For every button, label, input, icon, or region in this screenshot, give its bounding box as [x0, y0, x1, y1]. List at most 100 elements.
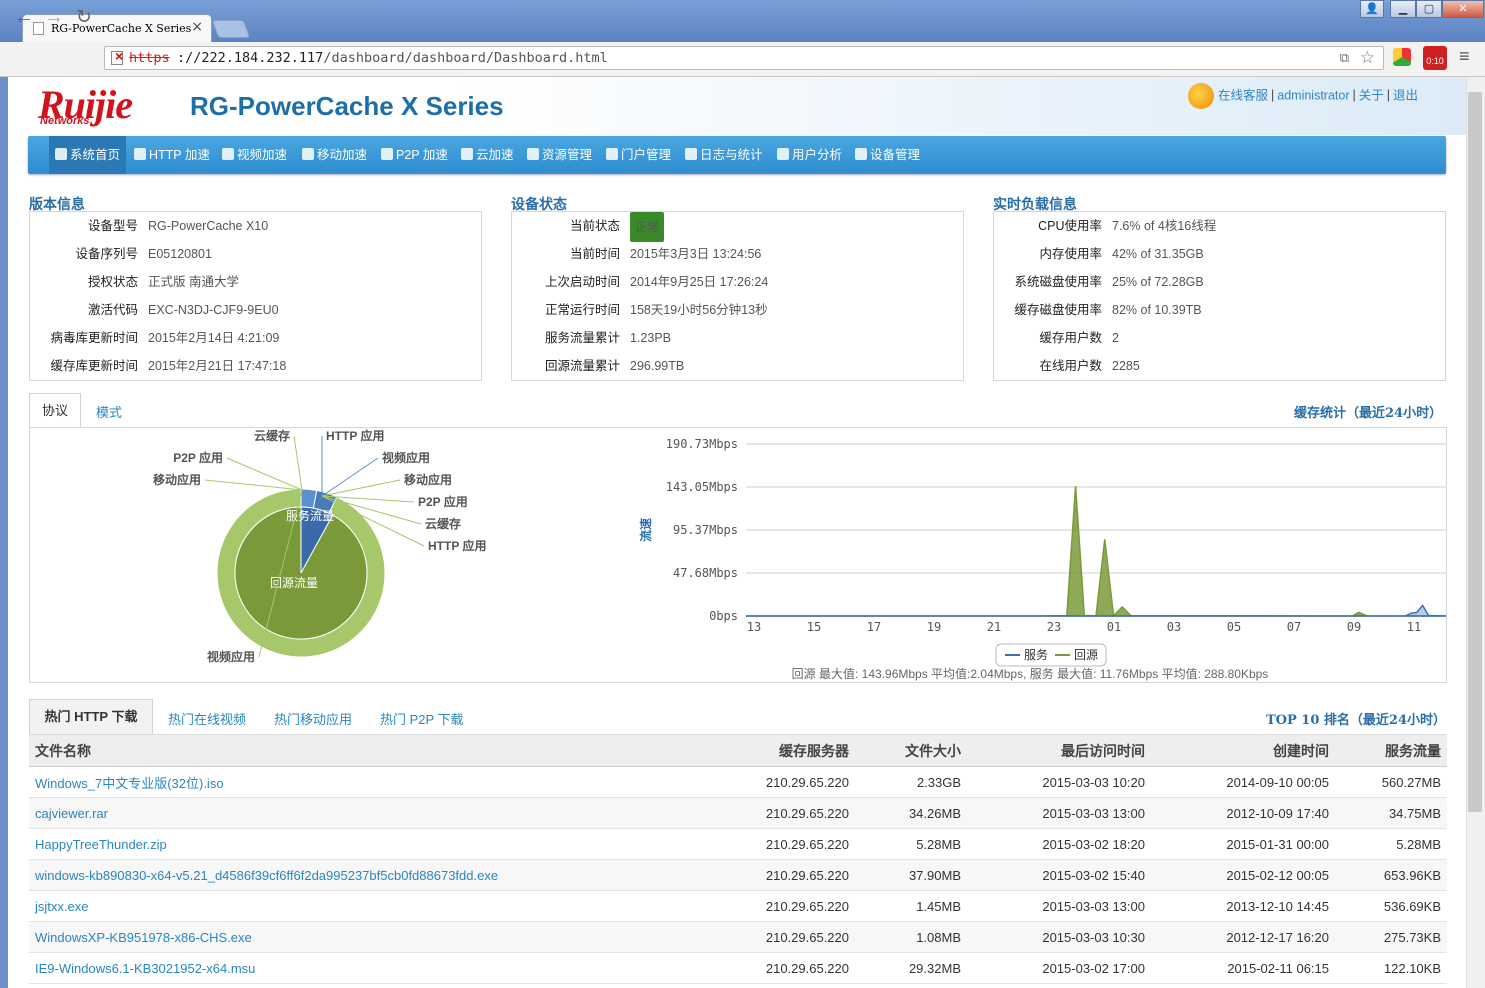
user-bar: 在线客服 | administrator | 关于 | 退出	[1188, 83, 1418, 109]
info-value: 2014年9月25日 17:26:24	[630, 275, 769, 289]
info-row: 病毒库更新时间 2015年2月14日 4:21:09	[30, 324, 481, 352]
x-tick-label: 19	[927, 620, 941, 634]
table-cell: 34.26MB	[855, 797, 967, 829]
table-cell: 37.90MB	[855, 859, 967, 891]
menu-hamburger-icon[interactable]: ≡	[1459, 46, 1470, 67]
table-cell: 5.28MB	[1335, 828, 1447, 860]
menu-resources[interactable]: 资源管理	[527, 136, 592, 174]
back-arrow-icon[interactable]: ←	[14, 6, 34, 29]
extension-counter-icon[interactable]: 0:10	[1423, 46, 1447, 70]
info-row: 授权状态 正式版 南通大学	[30, 268, 481, 296]
info-key: 服务流量累计	[544, 331, 620, 345]
info-key: 授权状态	[87, 275, 138, 289]
tab-hot-p2p[interactable]: 热门 P2P 下载	[380, 709, 464, 728]
file-name-link[interactable]: cajviewer.rar	[29, 797, 703, 829]
x-tick-label: 05	[1227, 620, 1241, 634]
table-row: cajviewer.rar 210.29.65.220 34.26MB 2015-03…	[29, 797, 1447, 829]
info-row: 上次启动时间 2014年9月25日 17:26:24	[512, 268, 963, 296]
col-filename[interactable]: 文件名称	[29, 734, 703, 767]
tab-mode[interactable]: 模式	[96, 402, 122, 421]
menu-device[interactable]: 设备管理	[855, 136, 920, 174]
tab-hot-mobile[interactable]: 热门移动应用	[274, 709, 352, 728]
extension-color-icon[interactable]	[1393, 48, 1411, 66]
info-value: 2	[1112, 331, 1119, 345]
tab-hot-http[interactable]: 热门 HTTP 下载	[29, 699, 153, 735]
minimize-button[interactable]: ▁	[1390, 0, 1416, 18]
info-key: 病毒库更新时间	[50, 331, 138, 345]
menu-http[interactable]: HTTP 加速	[134, 136, 210, 174]
reload-icon[interactable]: ↻	[76, 6, 92, 29]
menu-user-analysis[interactable]: 用户分析	[777, 136, 842, 174]
col-size[interactable]: 文件大小	[855, 734, 967, 767]
table-cell: 5.28MB	[855, 828, 967, 860]
info-value: 1.23PB	[630, 331, 672, 345]
info-key: 缓存库更新时间	[50, 359, 138, 373]
col-created[interactable]: 创建时间	[1151, 734, 1335, 767]
menu-p2p[interactable]: P2P 加速	[381, 136, 448, 174]
menu-cloud[interactable]: 云加速	[461, 136, 514, 174]
table-row: windows-kb890830-x64-v5.21_d4586f39cf6ff…	[29, 859, 1447, 891]
menu-video[interactable]: 视频加速	[222, 136, 287, 174]
info-key: 系统磁盘使用率	[1014, 275, 1102, 289]
pie-leader-line	[226, 457, 303, 491]
info-value: E05120801	[148, 247, 212, 261]
new-tab-button[interactable]	[211, 20, 251, 38]
menu-portal[interactable]: 门户管理	[606, 136, 671, 174]
y-axis-label: 流速	[638, 518, 653, 542]
file-name-link[interactable]: jsjtxx.exe	[29, 890, 703, 922]
table-row: IE9-Windows6.1-KB3021952-x64.msu 210.29.6…	[29, 952, 1447, 984]
film-icon	[222, 148, 234, 160]
translate-icon[interactable]: ⧉	[1340, 50, 1349, 66]
col-server[interactable]: 缓存服务器	[703, 734, 855, 767]
info-row: 当前时间 2015年3月3日 13:24:56	[512, 240, 963, 268]
info-row: 缓存用户数 2	[994, 324, 1445, 352]
forward-arrow-icon[interactable]: →	[44, 6, 64, 29]
close-tab-icon[interactable]: ×	[191, 19, 203, 35]
file-name-link[interactable]: Windows_7中文专业版(32位).iso	[29, 766, 703, 798]
info-key: 设备型号	[87, 219, 138, 233]
profile-icon[interactable]: 👤	[1360, 0, 1384, 18]
pie-outer-label: 视频应用	[207, 649, 255, 664]
file-name-link[interactable]: HappyTreeThunder.zip	[29, 828, 703, 860]
info-value: RG-PowerCache X10	[148, 219, 269, 233]
pie-outer-label: P2P 应用	[418, 494, 468, 509]
browser-tab-title: RG-PowerCache X Series	[51, 22, 192, 35]
info-row: 当前状态 正常	[512, 212, 963, 242]
info-key: 回源流量累计	[544, 359, 620, 373]
col-last-access[interactable]: 最后访问时间	[967, 734, 1151, 767]
x-tick-label: 17	[867, 620, 881, 634]
menu-home[interactable]: 系统首页	[49, 136, 127, 174]
online-service-link[interactable]: 在线客服	[1218, 88, 1268, 102]
traffic-area-chart: 190.73Mbps 143.05Mbps 95.37Mbps 47.68Mbps 0b…	[638, 437, 1447, 681]
file-name-link[interactable]: IE9-Windows6.1-KB3021952-x64.msu	[29, 952, 703, 984]
menu-mobile[interactable]: 移动加速	[302, 136, 367, 174]
file-name-link[interactable]: windows-kb890830-x64-v5.21_d4586f39cf6ff…	[29, 859, 703, 891]
file-name-link[interactable]: WindowsXP-KB951978-x86-CHS.exe	[29, 921, 703, 953]
tab-hot-video[interactable]: 热门在线视频	[168, 709, 246, 728]
window-close-button[interactable]: ✕	[1442, 0, 1484, 18]
scrollbar-thumb[interactable]	[1468, 92, 1482, 812]
admin-user-link[interactable]: administrator	[1277, 88, 1349, 102]
address-bar[interactable]: × https ://222.184.232.117/dashboard/das…	[104, 46, 1384, 70]
tab-protocol[interactable]: 协议	[29, 393, 81, 428]
about-link[interactable]: 关于	[1359, 88, 1384, 102]
pie-inner-label: 服务流量	[286, 508, 334, 523]
chart-footer-stats: 回源 最大值: 143.96Mbps 平均值:2.04Mbps, 服务 最大值:…	[792, 666, 1269, 681]
ruijie-logo-sub: Networks	[40, 115, 90, 127]
table-cell: 2015-03-03 13:00	[967, 797, 1151, 829]
top10-title: TOP 10 排名（最近24小时）	[1266, 713, 1447, 728]
table-cell: 210.29.65.220	[703, 921, 855, 953]
maximize-button[interactable]: ▢	[1416, 0, 1442, 18]
info-row: 服务流量累计 1.23PB	[512, 324, 963, 352]
bookmark-star-icon[interactable]: ☆	[1360, 48, 1375, 68]
y-tick-label: 95.37Mbps	[673, 523, 738, 537]
logout-link[interactable]: 退出	[1393, 88, 1418, 102]
hot-files-table: 文件名称 缓存服务器 文件大小 最后访问时间 创建时间 服务流量 Windows…	[29, 734, 1447, 984]
info-key: 当前状态	[569, 219, 620, 233]
table-cell: 2015-03-02 18:20	[967, 828, 1151, 860]
menu-logs[interactable]: 日志与统计	[685, 136, 763, 174]
col-traffic[interactable]: 服务流量	[1335, 734, 1447, 767]
legend-return-label: 回源	[1074, 648, 1098, 662]
info-value: 2285	[1112, 359, 1140, 373]
info-row: 激活代码 EXC-N3DJ-CJF9-9EU0	[30, 296, 481, 324]
